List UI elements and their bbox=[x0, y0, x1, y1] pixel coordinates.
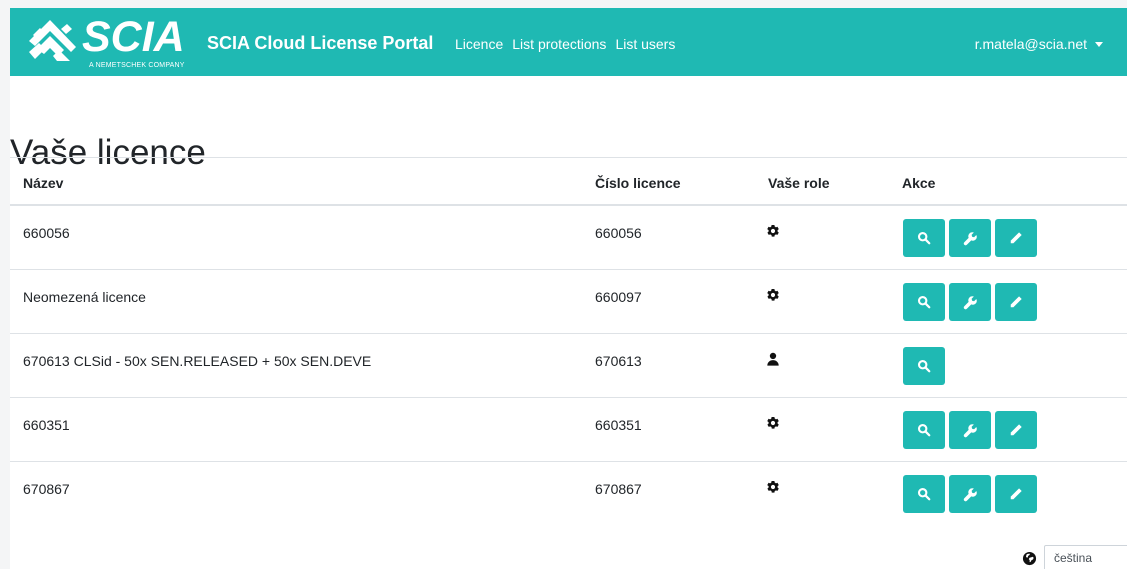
nav-link-list-users[interactable]: List users bbox=[615, 35, 675, 53]
globe-icon bbox=[1022, 551, 1037, 565]
license-name: 660351 bbox=[23, 417, 70, 433]
view-button[interactable] bbox=[903, 219, 945, 257]
license-name: 670867 bbox=[23, 481, 70, 497]
table-row: 670867 670867 bbox=[10, 462, 1127, 526]
row-actions bbox=[903, 283, 1037, 321]
language-select[interactable]: čeština bbox=[1044, 545, 1127, 569]
license-number: 660056 bbox=[595, 225, 642, 241]
brand-logo[interactable]: SCIA A NEMETSCHEK COMPANY bbox=[26, 16, 199, 76]
gear-icon bbox=[767, 225, 779, 237]
row-actions bbox=[903, 475, 1037, 513]
logo-text: SCIA bbox=[82, 13, 185, 61]
wrench-icon bbox=[963, 423, 977, 437]
user-icon bbox=[767, 352, 779, 366]
main-content: Vaše licence Název Číslo licence Vaše ro… bbox=[10, 76, 1127, 569]
pencil-icon bbox=[1010, 232, 1022, 244]
license-number: 660351 bbox=[595, 417, 642, 433]
chevron-down-icon bbox=[1095, 42, 1103, 47]
column-header-actions: Akce bbox=[902, 175, 936, 191]
configure-button[interactable] bbox=[949, 411, 991, 449]
license-name: 670613 CLSid - 50x SEN.RELEASED + 50x SE… bbox=[23, 353, 372, 369]
wrench-icon bbox=[963, 231, 977, 245]
search-icon bbox=[917, 423, 931, 437]
license-name: 660056 bbox=[23, 225, 70, 241]
license-number: 670867 bbox=[595, 481, 642, 497]
language-switcher: čeština bbox=[1022, 545, 1127, 569]
view-button[interactable] bbox=[903, 283, 945, 321]
column-header-license-number: Číslo licence bbox=[595, 175, 681, 191]
edit-button[interactable] bbox=[995, 411, 1037, 449]
table-header: Název Číslo licence Vaše role Akce bbox=[10, 157, 1127, 206]
top-navbar: SCIA A NEMETSCHEK COMPANY SCIA Cloud Lic… bbox=[10, 8, 1127, 76]
gear-icon bbox=[767, 289, 779, 301]
row-actions bbox=[903, 347, 945, 385]
nav-link-list-protections[interactable]: List protections bbox=[512, 35, 606, 53]
language-select-value: čeština bbox=[1054, 551, 1093, 565]
search-icon bbox=[917, 295, 931, 309]
table-row: 670613 CLSid - 50x SEN.RELEASED + 50x SE… bbox=[10, 334, 1127, 398]
pencil-icon bbox=[1010, 424, 1022, 436]
view-button[interactable] bbox=[903, 411, 945, 449]
table-row: 660056 660056 bbox=[10, 206, 1127, 270]
pencil-icon bbox=[1010, 488, 1022, 500]
license-number: 670613 bbox=[595, 353, 642, 369]
row-actions bbox=[903, 411, 1037, 449]
search-icon bbox=[917, 487, 931, 501]
user-menu[interactable]: r.matela@scia.net bbox=[975, 35, 1103, 53]
scia-mark-icon bbox=[29, 20, 76, 61]
edit-button[interactable] bbox=[995, 475, 1037, 513]
edit-button[interactable] bbox=[995, 283, 1037, 321]
licences-table: Název Číslo licence Vaše role Akce 66005… bbox=[10, 157, 1127, 526]
configure-button[interactable] bbox=[949, 475, 991, 513]
configure-button[interactable] bbox=[949, 219, 991, 257]
search-icon bbox=[917, 231, 931, 245]
table-row: 660351 660351 bbox=[10, 398, 1127, 462]
portal-title[interactable]: SCIA Cloud License Portal bbox=[207, 32, 433, 54]
edit-button[interactable] bbox=[995, 219, 1037, 257]
configure-button[interactable] bbox=[949, 283, 991, 321]
pencil-icon bbox=[1010, 296, 1022, 308]
gear-icon bbox=[767, 417, 779, 429]
page: SCIA A NEMETSCHEK COMPANY SCIA Cloud Lic… bbox=[0, 0, 1127, 569]
view-button[interactable] bbox=[903, 347, 945, 385]
table-row: Neomezená licence 660097 bbox=[10, 270, 1127, 334]
gear-icon bbox=[767, 481, 779, 493]
column-header-name: Název bbox=[23, 175, 64, 191]
main-navigation: Licence List protections List users bbox=[455, 35, 675, 53]
search-icon bbox=[917, 359, 931, 373]
view-button[interactable] bbox=[903, 475, 945, 513]
nav-link-licence[interactable]: Licence bbox=[455, 35, 503, 53]
column-header-role: Vaše role bbox=[768, 175, 830, 191]
logo-subtext: A NEMETSCHEK COMPANY bbox=[89, 62, 185, 69]
wrench-icon bbox=[963, 487, 977, 501]
wrench-icon bbox=[963, 295, 977, 309]
row-actions bbox=[903, 219, 1037, 257]
license-number: 660097 bbox=[595, 289, 642, 305]
user-email: r.matela@scia.net bbox=[974, 36, 1087, 52]
license-name: Neomezená licence bbox=[23, 289, 146, 305]
